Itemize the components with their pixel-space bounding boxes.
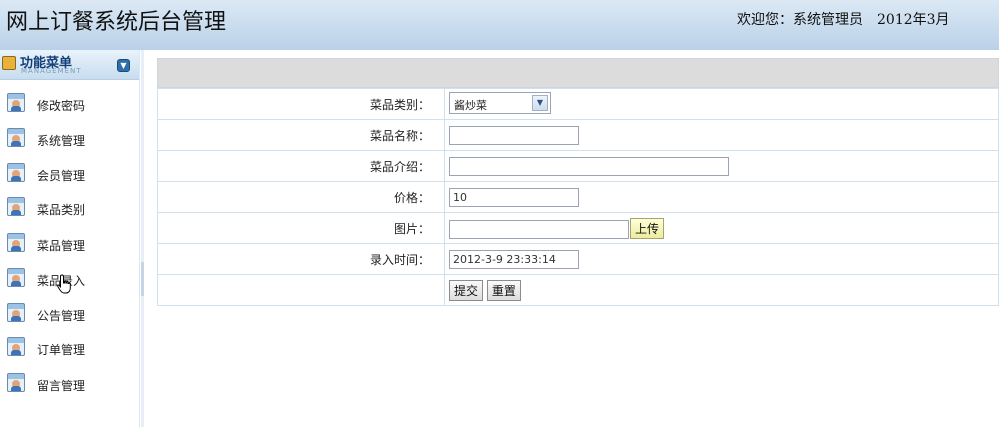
hand-cursor-icon [57, 274, 71, 294]
sidebar-item-label: 修改密码 [37, 99, 86, 113]
time-label: 录入时间： [157, 243, 445, 275]
sidebar-item-members[interactable]: 会员管理 [0, 160, 138, 194]
sidebar-item-label: 留言管理 [37, 379, 86, 393]
price-label: 价格： [157, 181, 445, 213]
category-select[interactable]: 酱炒菜 ▼ [449, 91, 551, 114]
sidebar-item-label: 公告管理 [37, 309, 86, 323]
welcome-text: 欢迎您：系统管理员 [737, 12, 863, 28]
form-row-image: 图片： 上传 [157, 212, 999, 244]
sidebar-item-orders[interactable]: 订单管理 [0, 334, 138, 368]
form-row-price: 价格： [157, 181, 999, 213]
sidebar-item-announcements[interactable]: 公告管理 [0, 300, 138, 334]
user-card-icon [7, 303, 25, 322]
folder-icon [2, 56, 16, 70]
splitter-grip[interactable] [141, 262, 144, 296]
upload-button[interactable]: 上传 [630, 217, 665, 239]
image-label: 图片： [157, 212, 445, 244]
site-title: 网上订餐系统后台管理 [6, 10, 227, 35]
user-card-icon [7, 93, 25, 112]
user-card-icon [7, 163, 25, 182]
sidebar-item-dish-category[interactable]: 菜品类别 [0, 194, 138, 228]
category-label: 菜品类别： [157, 88, 445, 120]
sidebar-splitter[interactable] [141, 50, 144, 427]
main-content: 菜品类别： 酱炒菜 ▼ 菜品名称： 菜品介绍： 价格： 10 图片： 上传 录入… [157, 58, 999, 306]
sidebar-item-label: 系统管理 [37, 134, 86, 148]
sidebar-item-label: 菜品管理 [37, 239, 86, 253]
form-row-intro: 菜品介绍： [157, 150, 999, 182]
form-row-name: 菜品名称： [157, 119, 999, 151]
dish-intro-input[interactable] [449, 156, 729, 176]
intro-label: 菜品介绍： [157, 150, 445, 182]
sidebar-item-label: 订单管理 [37, 343, 86, 357]
sidebar-item-label: 会员管理 [37, 169, 86, 183]
user-card-icon [7, 268, 25, 287]
sidebar-item-label: 菜品类别 [37, 203, 86, 217]
category-select-value: 酱炒菜 [454, 98, 487, 112]
user-card-icon [7, 337, 25, 356]
content-title-bar [157, 58, 999, 88]
form-row-category: 菜品类别： 酱炒菜 ▼ [157, 88, 999, 120]
sidebar-item-change-password[interactable]: 修改密码 [0, 90, 138, 124]
user-card-icon [7, 128, 25, 147]
submit-button[interactable]: 提交 [449, 279, 484, 301]
name-label: 菜品名称： [157, 119, 445, 151]
sidebar-item-dish-management[interactable]: 菜品管理 [0, 230, 138, 264]
top-header: 网上订餐系统后台管理 欢迎您：系统管理员 2012年3月 [0, 0, 999, 50]
price-input[interactable] [449, 187, 579, 207]
dish-entry-form: 菜品类别： 酱炒菜 ▼ 菜品名称： 菜品介绍： 价格： 10 图片： 上传 录入… [157, 88, 999, 306]
chevron-down-icon[interactable]: ▼ [532, 94, 548, 111]
sidebar-item-system[interactable]: 系统管理 [0, 125, 138, 159]
user-card-icon [7, 233, 25, 252]
welcome-area: 欢迎您：系统管理员 2012年3月 [737, 9, 964, 29]
form-row-time: 录入时间： [157, 243, 999, 275]
form-row-actions: 提交 重置 [157, 274, 999, 306]
collapse-icon[interactable]: ▼ [117, 59, 130, 72]
user-card-icon [7, 197, 25, 216]
current-date: 2012年3月 [877, 12, 950, 28]
entry-time-input[interactable] [449, 249, 579, 269]
sidebar-item-messages[interactable]: 留言管理 [0, 370, 138, 404]
sidebar: 功能菜单 MANAGEMENT ▼ 修改密码 系统管理 会员管理 菜品类别 菜品… [0, 50, 140, 427]
sidebar-subtitle: MANAGEMENT [21, 67, 82, 75]
image-path-input[interactable] [449, 219, 629, 239]
dish-name-input[interactable] [449, 125, 579, 145]
sidebar-header: 功能菜单 MANAGEMENT ▼ [0, 50, 139, 80]
user-card-icon [7, 373, 25, 392]
reset-button[interactable]: 重置 [486, 279, 521, 301]
